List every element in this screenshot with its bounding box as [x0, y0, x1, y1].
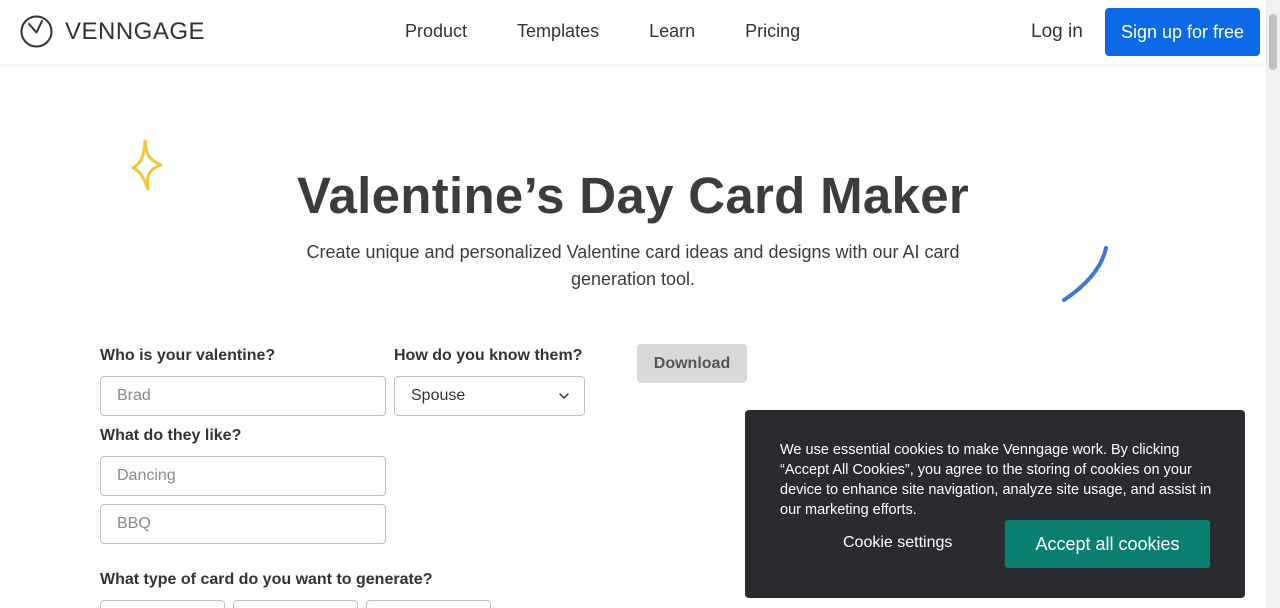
accept-cookies-button[interactable]: Accept all cookies	[1005, 520, 1210, 568]
site-header: VENNGAGE Product Templates Learn Pricing…	[0, 0, 1266, 64]
cookie-message: We use essential cookies to make Venngag…	[780, 442, 1212, 518]
nav-learn[interactable]: Learn	[649, 21, 695, 42]
valentine-label: Who is your valentine?	[100, 347, 276, 364]
login-link[interactable]: Log in	[1031, 21, 1083, 43]
page-subtitle: Create unique and personalized Valentine…	[306, 242, 960, 289]
card-type-label: What type of card do you want to generat…	[100, 571, 433, 588]
logo-clock-icon	[20, 15, 53, 48]
relation-select-value: Spouse	[411, 387, 466, 404]
nav-templates[interactable]: Templates	[517, 21, 599, 42]
main-nav: Product Templates Learn Pricing	[405, 21, 850, 42]
cookie-banner: We use essential cookies to make Venngag…	[745, 410, 1245, 598]
nav-pricing[interactable]: Pricing	[745, 21, 800, 42]
page-title: Valentine’s Day Card Maker	[296, 167, 970, 224]
relation-select[interactable]: Spouse	[394, 376, 585, 416]
brush-stroke-icon	[1062, 246, 1108, 302]
download-button[interactable]: Download	[637, 344, 747, 383]
card-type-option-1[interactable]	[100, 600, 225, 608]
card-type-option-3[interactable]	[366, 600, 491, 608]
relation-label: How do you know them?	[394, 347, 583, 364]
scrollbar-thumb[interactable]	[1269, 14, 1277, 70]
card-type-option-2[interactable]	[233, 600, 358, 608]
page-scrollbar[interactable]	[1266, 0, 1280, 608]
likes-input-2[interactable]	[100, 504, 386, 544]
cookie-settings-button[interactable]: Cookie settings	[843, 534, 952, 552]
venngage-logo[interactable]: VENNGAGE	[20, 15, 205, 48]
logo-text: VENNGAGE	[65, 17, 206, 45]
chevron-down-icon	[559, 393, 569, 399]
nav-product[interactable]: Product	[405, 21, 467, 42]
signup-button[interactable]: Sign up for free	[1105, 8, 1260, 56]
likes-input-1[interactable]	[100, 456, 386, 496]
likes-label: What do they like?	[100, 427, 242, 444]
valentine-name-input[interactable]	[100, 376, 386, 416]
